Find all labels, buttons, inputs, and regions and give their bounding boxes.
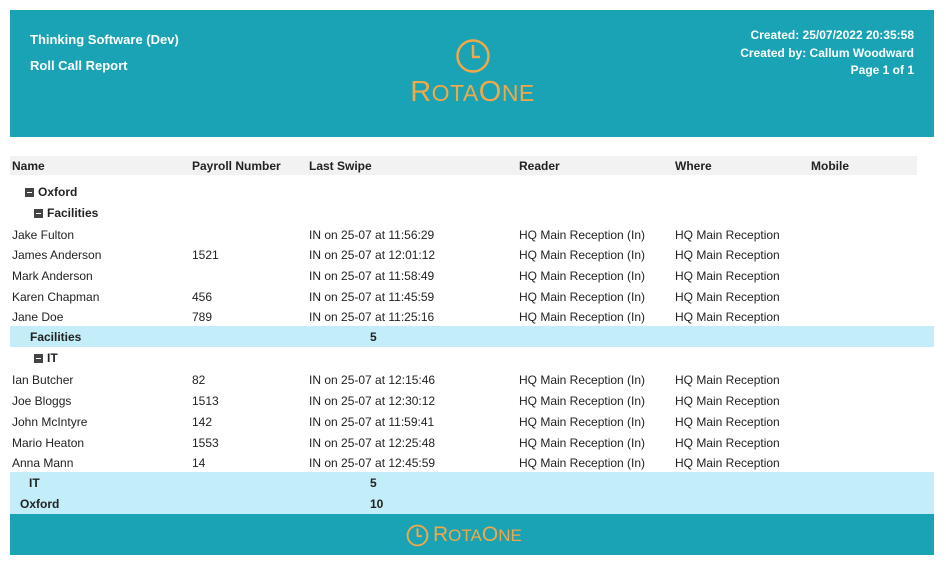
- cell-name: Anna Mann: [12, 456, 74, 470]
- created-by: Created by: Callum Woodward: [740, 45, 914, 60]
- cell-name: James Anderson: [12, 248, 102, 262]
- group-name: IT: [47, 351, 58, 365]
- cell-payroll: 1521: [192, 248, 219, 262]
- cell-reader: HQ Main Reception (In): [519, 373, 646, 387]
- cell-last-swipe: IN on 25-07 at 11:56:29: [309, 228, 435, 242]
- cell-reader: HQ Main Reception (In): [519, 248, 646, 262]
- table-row: Ian Butcher 82 IN on 25-07 at 12:15:46 H…: [10, 370, 934, 390]
- cell-last-swipe: IN on 25-07 at 12:01:12: [309, 248, 436, 262]
- site-total-count: 10: [370, 497, 384, 511]
- subtotal-label: IT: [29, 476, 40, 490]
- cell-payroll: 789: [192, 310, 213, 324]
- subtotal-count: 5: [370, 476, 377, 490]
- cell-last-swipe: IN on 25-07 at 11:25:16: [309, 310, 435, 324]
- cell-last-swipe: IN on 25-07 at 11:59:41: [309, 415, 435, 429]
- cell-where: HQ Main Reception: [675, 310, 780, 324]
- table-row: Joe Bloggs 1513 IN on 25-07 at 12:30:12 …: [10, 391, 934, 411]
- cell-where: HQ Main Reception: [675, 373, 780, 387]
- collapse-icon[interactable]: [34, 353, 43, 363]
- created-timestamp: Created: 25/07/2022 20:35:58: [750, 28, 914, 42]
- clock-icon: [455, 39, 490, 73]
- report-header: Thinking Software (Dev) Roll Call Report…: [10, 10, 934, 137]
- header-right: Created: 25/07/2022 20:35:58 Created by:…: [740, 27, 914, 80]
- cell-payroll: 456: [192, 290, 213, 304]
- cell-name: Joe Bloggs: [12, 394, 72, 408]
- clock-icon: [406, 524, 429, 546]
- cell-where: HQ Main Reception: [675, 290, 780, 304]
- table-row: John McIntyre 142 IN on 25-07 at 11:59:4…: [10, 412, 934, 432]
- cell-name: John McIntyre: [12, 415, 88, 429]
- cell-reader: HQ Main Reception (In): [519, 290, 646, 304]
- cell-last-swipe: IN on 25-07 at 12:45:59: [309, 456, 436, 470]
- logo-text: ROTAONE: [410, 76, 535, 108]
- group-name: Facilities: [47, 206, 99, 220]
- cell-reader: HQ Main Reception (In): [519, 456, 646, 470]
- cell-payroll: 1553: [192, 436, 219, 450]
- footer-logo: ROTAONE: [406, 523, 522, 547]
- cell-name: Mario Heaton: [12, 436, 85, 450]
- col-mobile: Mobile: [811, 159, 849, 173]
- table-row: Jane Doe 789 IN on 25-07 at 11:25:16 HQ …: [10, 307, 934, 327]
- cell-where: HQ Main Reception: [675, 269, 780, 283]
- cell-last-swipe: IN on 25-07 at 12:30:12: [309, 394, 436, 408]
- col-reader: Reader: [519, 159, 560, 173]
- cell-reader: HQ Main Reception (In): [519, 228, 646, 242]
- group-toggle-it[interactable]: IT: [34, 351, 58, 365]
- cell-last-swipe: IN on 25-07 at 12:25:48: [309, 436, 436, 450]
- cell-where: HQ Main Reception: [675, 456, 780, 470]
- cell-name: Jake Fulton: [12, 228, 75, 242]
- col-name: Name: [12, 159, 45, 173]
- cell-where: HQ Main Reception: [675, 436, 780, 450]
- col-where: Where: [675, 159, 712, 173]
- cell-where: HQ Main Reception: [675, 415, 780, 429]
- col-last-swipe: Last Swipe: [309, 159, 372, 173]
- column-header-row: Name Payroll Number Last Swipe Reader Wh…: [10, 156, 917, 175]
- table-row: James Anderson 1521 IN on 25-07 at 12:01…: [10, 245, 934, 265]
- group-toggle-facilities[interactable]: Facilities: [34, 206, 98, 220]
- subtotal-label: Facilities: [30, 330, 82, 344]
- cell-name: Jane Doe: [12, 310, 64, 324]
- footer-logo-text: ROTAONE: [433, 523, 522, 546]
- table-row: Karen Chapman 456 IN on 25-07 at 11:45:5…: [10, 287, 934, 307]
- cell-last-swipe: IN on 25-07 at 11:45:59: [309, 290, 435, 304]
- collapse-icon[interactable]: [25, 187, 34, 197]
- site-group-toggle[interactable]: Oxford: [25, 185, 77, 199]
- rotaone-logo: ROTAONE: [410, 38, 535, 109]
- cell-reader: HQ Main Reception (In): [519, 415, 646, 429]
- cell-where: HQ Main Reception: [675, 394, 780, 408]
- table-row: Jake Fulton IN on 25-07 at 11:56:29 HQ M…: [10, 225, 934, 245]
- table-row: Mario Heaton 1553 IN on 25-07 at 12:25:4…: [10, 433, 934, 453]
- site-name: Oxford: [38, 185, 78, 199]
- cell-name: Mark Anderson: [12, 269, 93, 283]
- report-title: Roll Call Report: [30, 58, 128, 73]
- collapse-icon[interactable]: [34, 208, 43, 218]
- cell-name: Ian Butcher: [12, 373, 74, 387]
- cell-payroll: 82: [192, 373, 206, 387]
- cell-payroll: 142: [192, 415, 213, 429]
- cell-payroll: 14: [192, 456, 206, 470]
- page-indicator: Page 1 of 1: [850, 63, 914, 77]
- company-name: Thinking Software (Dev): [30, 32, 179, 47]
- cell-where: HQ Main Reception: [675, 248, 780, 262]
- table-row: Anna Mann 14 IN on 25-07 at 12:45:59 HQ …: [10, 453, 934, 473]
- col-payroll: Payroll Number: [192, 159, 281, 173]
- group-subtotal-facilities: Facilities 5: [10, 326, 934, 347]
- table-row: Mark Anderson IN on 25-07 at 11:58:49 HQ…: [10, 266, 934, 286]
- cell-name: Karen Chapman: [12, 290, 100, 304]
- subtotal-count: 5: [370, 330, 377, 344]
- cell-last-swipe: IN on 25-07 at 11:58:49: [309, 269, 435, 283]
- site-total-label: Oxford: [20, 497, 60, 511]
- cell-last-swipe: IN on 25-07 at 12:15:46: [309, 373, 436, 387]
- cell-reader: HQ Main Reception (In): [519, 269, 646, 283]
- header-left: Thinking Software (Dev) Roll Call Report: [30, 27, 179, 79]
- group-subtotals-it-oxford: IT 5 Oxford 10: [10, 472, 934, 514]
- report-footer: ROTAONE: [10, 514, 934, 555]
- cell-payroll: 1513: [192, 394, 219, 408]
- cell-reader: HQ Main Reception (In): [519, 310, 646, 324]
- cell-reader: HQ Main Reception (In): [519, 394, 646, 408]
- cell-reader: HQ Main Reception (In): [519, 436, 646, 450]
- cell-where: HQ Main Reception: [675, 228, 780, 242]
